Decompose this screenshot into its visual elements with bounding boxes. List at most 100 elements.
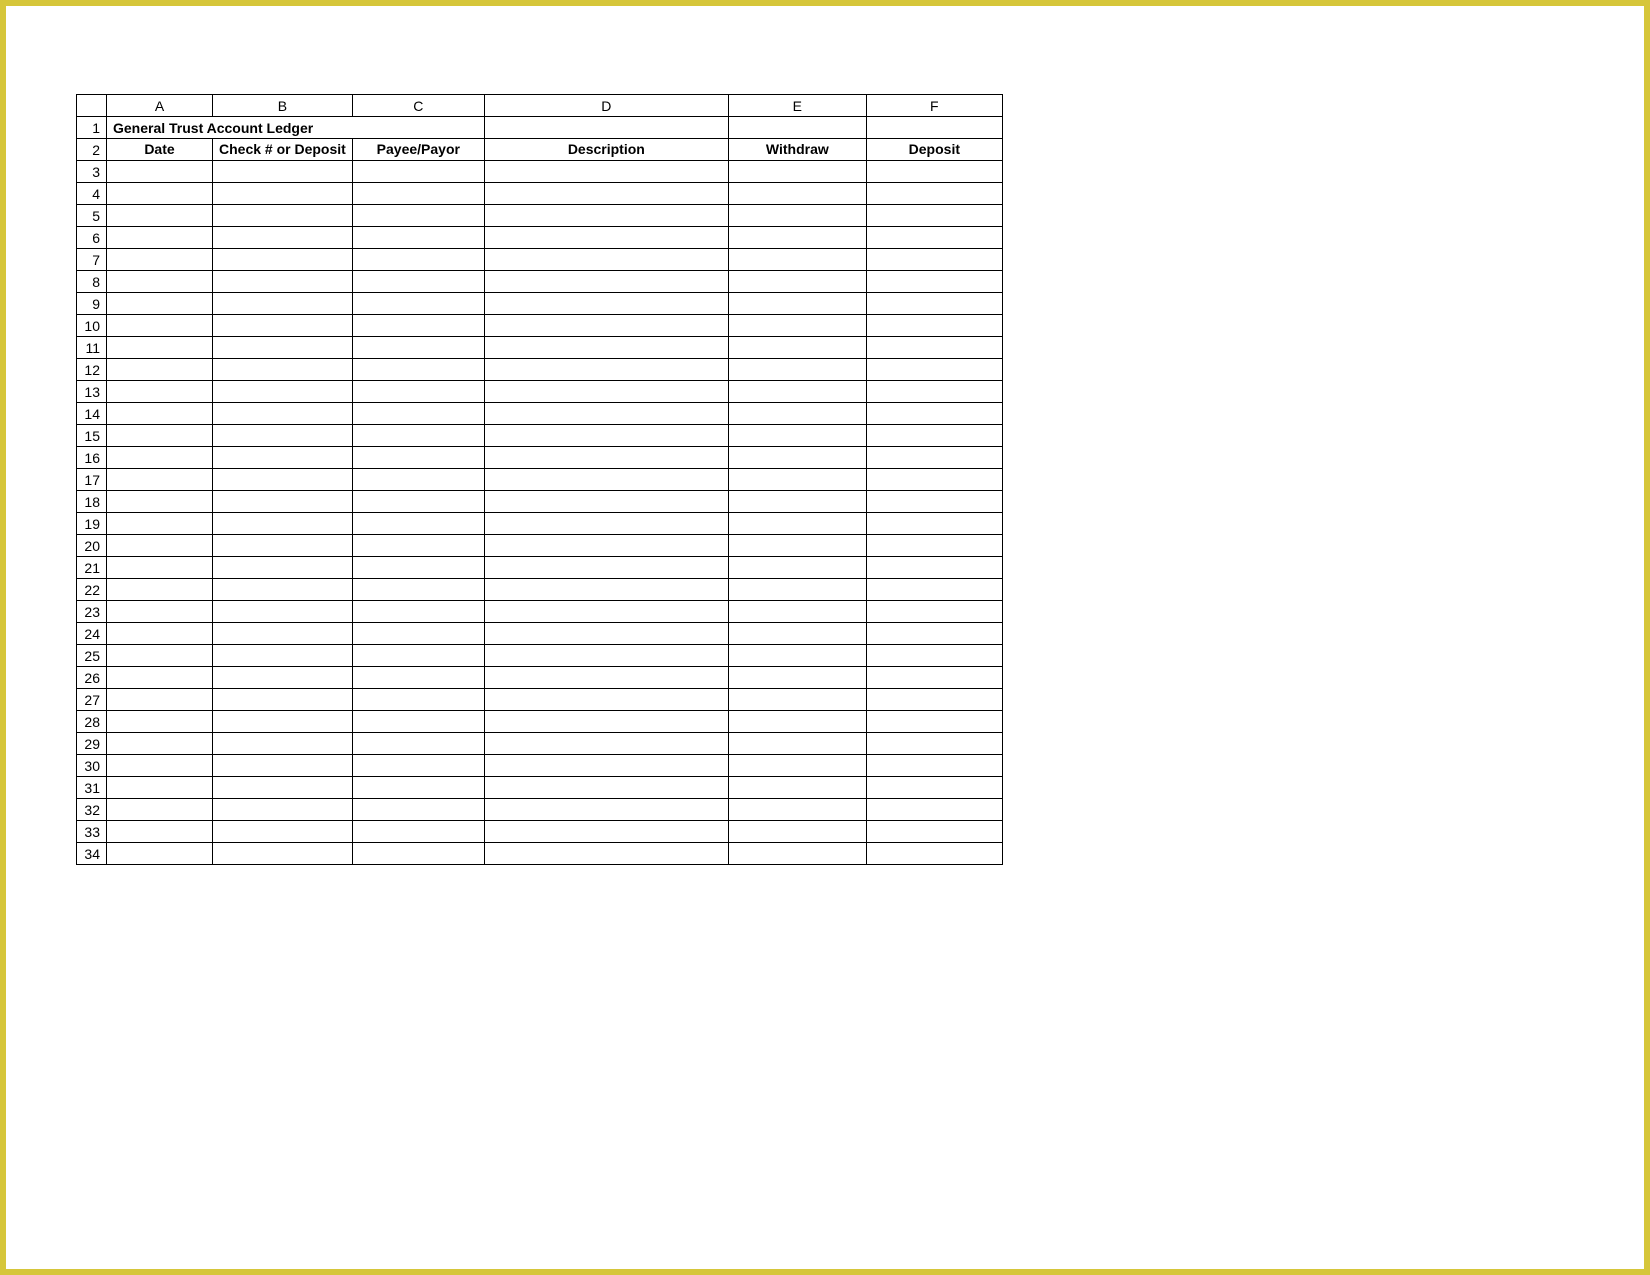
header-cell-D[interactable]: Description <box>484 139 728 161</box>
cell-C23[interactable] <box>352 601 484 623</box>
cell-E23[interactable] <box>728 601 866 623</box>
cell-D30[interactable] <box>484 755 728 777</box>
cell-F19[interactable] <box>866 513 1002 535</box>
cell-A12[interactable] <box>107 359 213 381</box>
column-header-E[interactable]: E <box>728 95 866 117</box>
cell-A21[interactable] <box>107 557 213 579</box>
cell-A4[interactable] <box>107 183 213 205</box>
cell-B4[interactable] <box>213 183 353 205</box>
cell-C9[interactable] <box>352 293 484 315</box>
cell-D29[interactable] <box>484 733 728 755</box>
cell-A13[interactable] <box>107 381 213 403</box>
cell-F7[interactable] <box>866 249 1002 271</box>
row-number-2[interactable]: 2 <box>77 139 107 161</box>
row-number-22[interactable]: 22 <box>77 579 107 601</box>
cell-C34[interactable] <box>352 843 484 865</box>
cell-B18[interactable] <box>213 491 353 513</box>
cell-D1[interactable] <box>484 117 728 139</box>
cell-C10[interactable] <box>352 315 484 337</box>
column-header-A[interactable]: A <box>107 95 213 117</box>
cell-D11[interactable] <box>484 337 728 359</box>
cell-B21[interactable] <box>213 557 353 579</box>
cell-D23[interactable] <box>484 601 728 623</box>
row-number-10[interactable]: 10 <box>77 315 107 337</box>
cell-F31[interactable] <box>866 777 1002 799</box>
cell-B30[interactable] <box>213 755 353 777</box>
cell-C17[interactable] <box>352 469 484 491</box>
cell-B31[interactable] <box>213 777 353 799</box>
cell-E20[interactable] <box>728 535 866 557</box>
cell-E8[interactable] <box>728 271 866 293</box>
cell-A22[interactable] <box>107 579 213 601</box>
cell-E15[interactable] <box>728 425 866 447</box>
cell-A29[interactable] <box>107 733 213 755</box>
cell-C29[interactable] <box>352 733 484 755</box>
cell-D19[interactable] <box>484 513 728 535</box>
cell-C33[interactable] <box>352 821 484 843</box>
cell-A31[interactable] <box>107 777 213 799</box>
cell-E6[interactable] <box>728 227 866 249</box>
cell-A6[interactable] <box>107 227 213 249</box>
cell-C12[interactable] <box>352 359 484 381</box>
cell-D9[interactable] <box>484 293 728 315</box>
cell-C5[interactable] <box>352 205 484 227</box>
cell-D3[interactable] <box>484 161 728 183</box>
cell-B6[interactable] <box>213 227 353 249</box>
row-number-15[interactable]: 15 <box>77 425 107 447</box>
cell-C7[interactable] <box>352 249 484 271</box>
cell-D6[interactable] <box>484 227 728 249</box>
cell-C30[interactable] <box>352 755 484 777</box>
cell-F24[interactable] <box>866 623 1002 645</box>
cell-D31[interactable] <box>484 777 728 799</box>
cell-C16[interactable] <box>352 447 484 469</box>
cell-E1[interactable] <box>728 117 866 139</box>
row-number-19[interactable]: 19 <box>77 513 107 535</box>
cell-C15[interactable] <box>352 425 484 447</box>
cell-E5[interactable] <box>728 205 866 227</box>
header-cell-C[interactable]: Payee/Payor <box>352 139 484 161</box>
column-header-B[interactable]: B <box>213 95 353 117</box>
row-number-33[interactable]: 33 <box>77 821 107 843</box>
cell-A20[interactable] <box>107 535 213 557</box>
cell-E16[interactable] <box>728 447 866 469</box>
cell-E28[interactable] <box>728 711 866 733</box>
cell-C14[interactable] <box>352 403 484 425</box>
cell-C20[interactable] <box>352 535 484 557</box>
row-number-18[interactable]: 18 <box>77 491 107 513</box>
row-number-1[interactable]: 1 <box>77 117 107 139</box>
cell-D10[interactable] <box>484 315 728 337</box>
cell-E10[interactable] <box>728 315 866 337</box>
cell-E17[interactable] <box>728 469 866 491</box>
cell-F27[interactable] <box>866 689 1002 711</box>
cell-D22[interactable] <box>484 579 728 601</box>
cell-E21[interactable] <box>728 557 866 579</box>
cell-D34[interactable] <box>484 843 728 865</box>
column-header-D[interactable]: D <box>484 95 728 117</box>
cell-E4[interactable] <box>728 183 866 205</box>
cell-E29[interactable] <box>728 733 866 755</box>
cell-F15[interactable] <box>866 425 1002 447</box>
row-number-11[interactable]: 11 <box>77 337 107 359</box>
cell-D28[interactable] <box>484 711 728 733</box>
header-cell-F[interactable]: Deposit <box>866 139 1002 161</box>
header-cell-B[interactable]: Check # or Deposit <box>213 139 353 161</box>
cell-B28[interactable] <box>213 711 353 733</box>
cell-D20[interactable] <box>484 535 728 557</box>
cell-B24[interactable] <box>213 623 353 645</box>
cell-F17[interactable] <box>866 469 1002 491</box>
cell-A34[interactable] <box>107 843 213 865</box>
cell-E13[interactable] <box>728 381 866 403</box>
cell-A10[interactable] <box>107 315 213 337</box>
cell-A8[interactable] <box>107 271 213 293</box>
cell-B19[interactable] <box>213 513 353 535</box>
cell-B25[interactable] <box>213 645 353 667</box>
cell-C31[interactable] <box>352 777 484 799</box>
cell-E27[interactable] <box>728 689 866 711</box>
cell-F18[interactable] <box>866 491 1002 513</box>
cell-C18[interactable] <box>352 491 484 513</box>
row-number-17[interactable]: 17 <box>77 469 107 491</box>
row-number-21[interactable]: 21 <box>77 557 107 579</box>
cell-C24[interactable] <box>352 623 484 645</box>
cell-F6[interactable] <box>866 227 1002 249</box>
cell-A27[interactable] <box>107 689 213 711</box>
